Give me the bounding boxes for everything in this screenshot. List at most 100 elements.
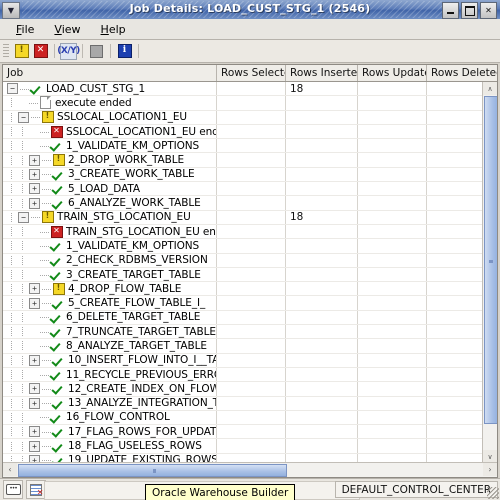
rows-updated-cell[interactable] — [358, 182, 427, 196]
table-row[interactable]: − LOAD_CUST_STG_1 18 — [3, 82, 483, 97]
rows-selected-cell[interactable] — [217, 167, 286, 182]
rows-inserted-cell[interactable] — [286, 96, 358, 110]
title-bar[interactable]: ▼ Job Details: LOAD_CUST_STG_1 (2546) ✕ — [0, 0, 500, 20]
rows-deleted-cell[interactable] — [427, 153, 483, 167]
job-cell[interactable]: +6_ANALYZE_WORK_TABLE — [3, 196, 217, 210]
rows-deleted-cell[interactable] — [427, 353, 483, 367]
rows-updated-cell[interactable] — [358, 82, 427, 96]
rows-updated-cell[interactable] — [358, 339, 427, 353]
rows-selected-cell[interactable] — [217, 310, 286, 325]
rows-updated-cell[interactable] — [358, 382, 427, 396]
rows-selected-cell[interactable] — [217, 96, 286, 110]
rows-inserted-cell[interactable] — [286, 410, 358, 425]
rows-inserted-cell[interactable] — [286, 353, 358, 367]
menu-help[interactable]: Help — [91, 21, 136, 38]
expand-icon[interactable]: + — [29, 440, 40, 452]
log-button[interactable]: ••• — [3, 480, 23, 499]
rows-updated-cell[interactable] — [358, 410, 427, 425]
rows-deleted-cell[interactable] — [427, 425, 483, 439]
expand-icon[interactable]: + — [29, 168, 40, 180]
expand-icon[interactable]: + — [29, 397, 40, 409]
rows-selected-cell[interactable] — [217, 296, 286, 310]
rows-deleted-cell[interactable] — [427, 382, 483, 396]
rows-deleted-cell[interactable] — [427, 367, 483, 382]
rows-deleted-cell[interactable] — [427, 224, 483, 239]
collapse-icon[interactable]: − — [18, 211, 29, 223]
rows-selected-cell[interactable] — [217, 124, 286, 139]
rows-updated-cell[interactable] — [358, 396, 427, 410]
table-row[interactable]: 8_ANALYZE_TARGET_TABLE — [3, 339, 483, 354]
job-cell[interactable]: +5_LOAD_DATA — [3, 182, 217, 196]
rows-updated-cell[interactable] — [358, 124, 427, 139]
rows-inserted-cell[interactable] — [286, 182, 358, 196]
rows-deleted-cell[interactable] — [427, 439, 483, 453]
rows-selected-cell[interactable] — [217, 325, 286, 339]
table-row[interactable]: ✕ SSLOCAL_LOCATION1_EU ended — [3, 124, 483, 140]
expand-icon[interactable]: + — [29, 283, 40, 295]
rows-selected-cell[interactable] — [217, 282, 286, 296]
rows-selected-cell[interactable] — [217, 224, 286, 239]
job-cell[interactable]: execute ended — [3, 96, 217, 110]
expand-icon[interactable]: + — [29, 197, 40, 209]
table-row[interactable]: +! 2_DROP_WORK_TABLE — [3, 153, 483, 168]
rows-deleted-cell[interactable] — [427, 167, 483, 182]
job-cell[interactable]: +13_ANALYZE_INTEGRATION_TA — [3, 396, 217, 410]
toolbar-grip[interactable] — [3, 43, 9, 59]
job-cell[interactable]: +10_INSERT_FLOW_INTO_I__TABl — [3, 353, 217, 367]
rows-deleted-cell[interactable] — [427, 339, 483, 353]
job-cell[interactable]: 7_TRUNCATE_TARGET_TABLE — [3, 325, 217, 339]
rows-selected-cell[interactable] — [217, 439, 286, 453]
rows-inserted-cell[interactable] — [286, 310, 358, 325]
rows-updated-cell[interactable] — [358, 367, 427, 382]
job-cell[interactable]: − LOAD_CUST_STG_1 — [3, 82, 217, 96]
rows-deleted-cell[interactable] — [427, 410, 483, 425]
rows-deleted-cell[interactable] — [427, 325, 483, 339]
rows-selected-cell[interactable] — [217, 425, 286, 439]
rows-inserted-cell[interactable]: 18 — [286, 82, 358, 96]
job-cell[interactable]: +17_FLAG_ROWS_FOR_UPDATE — [3, 425, 217, 439]
scroll-up-button[interactable]: ∧ — [483, 82, 497, 95]
rows-inserted-cell[interactable] — [286, 382, 358, 396]
rows-inserted-cell[interactable] — [286, 153, 358, 167]
column-header-job[interactable]: Job — [3, 65, 217, 81]
rows-updated-cell[interactable] — [358, 353, 427, 367]
rows-deleted-cell[interactable] — [427, 96, 483, 110]
rows-inserted-cell[interactable] — [286, 239, 358, 253]
horizontal-scroll-thumb[interactable] — [18, 464, 287, 477]
rows-selected-cell[interactable] — [217, 139, 286, 153]
rows-inserted-cell[interactable] — [286, 425, 358, 439]
rows-inserted-cell[interactable] — [286, 139, 358, 153]
collapse-icon[interactable]: − — [7, 83, 18, 95]
info-button[interactable]: i — [116, 43, 133, 60]
rows-selected-cell[interactable] — [217, 182, 286, 196]
rows-updated-cell[interactable] — [358, 253, 427, 267]
table-row[interactable]: 1_VALIDATE_KM_OPTIONS — [3, 139, 483, 154]
rows-selected-cell[interactable] — [217, 153, 286, 167]
job-cell[interactable]: 3_CREATE_TARGET_TABLE — [3, 267, 217, 282]
rows-deleted-cell[interactable] — [427, 110, 483, 124]
rows-deleted-cell[interactable] — [427, 239, 483, 253]
rows-inserted-cell[interactable] — [286, 267, 358, 282]
warnings-toggle-button[interactable]: ! — [13, 43, 30, 60]
table-row[interactable]: 1_VALIDATE_KM_OPTIONS — [3, 239, 483, 254]
rows-inserted-cell[interactable] — [286, 196, 358, 210]
rows-inserted-cell[interactable] — [286, 253, 358, 267]
rows-inserted-cell[interactable] — [286, 110, 358, 124]
rows-updated-cell[interactable] — [358, 267, 427, 282]
rows-updated-cell[interactable] — [358, 153, 427, 167]
rows-updated-cell[interactable] — [358, 310, 427, 325]
rows-selected-cell[interactable] — [217, 239, 286, 253]
table-row[interactable]: −! SSLOCAL_LOCATION1_EU — [3, 110, 483, 125]
xy-toggle-button[interactable]: (X/Y) — [57, 42, 80, 60]
job-cell[interactable]: +12_CREATE_INDEX_ON_FLOW_T — [3, 382, 217, 396]
job-cell[interactable]: −! SSLOCAL_LOCATION1_EU — [3, 110, 217, 124]
table-row[interactable]: +5_CREATE_FLOW_TABLE_I_ — [3, 296, 483, 311]
rows-selected-cell[interactable] — [217, 353, 286, 367]
scroll-left-button[interactable]: ‹ — [3, 463, 17, 476]
rows-updated-cell[interactable] — [358, 167, 427, 182]
job-cell[interactable]: 1_VALIDATE_KM_OPTIONS — [3, 239, 217, 253]
job-cell[interactable]: +3_CREATE_WORK_TABLE — [3, 167, 217, 182]
rows-inserted-cell[interactable] — [286, 339, 358, 353]
job-cell[interactable]: +18_FLAG_USELESS_ROWS — [3, 439, 217, 453]
rows-deleted-cell[interactable] — [427, 196, 483, 210]
